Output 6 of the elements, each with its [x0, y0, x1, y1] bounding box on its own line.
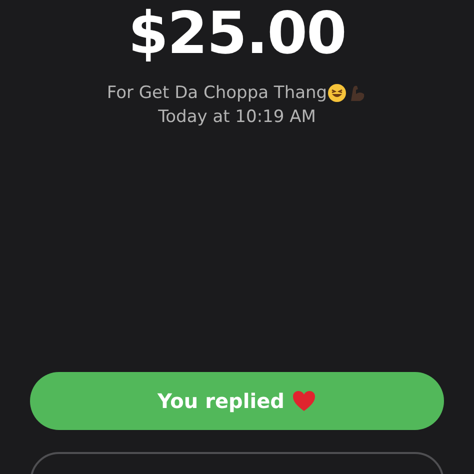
- amount-text: $25.00: [128, 0, 346, 67]
- heart-icon: [292, 390, 316, 412]
- reply-button[interactable]: You replied: [30, 372, 444, 430]
- payment-note: For Get Da Choppa Thang: [106, 82, 328, 104]
- timestamp-text: Today at 10:19 AM: [158, 107, 316, 128]
- laughing-emoji-icon: [327, 82, 348, 103]
